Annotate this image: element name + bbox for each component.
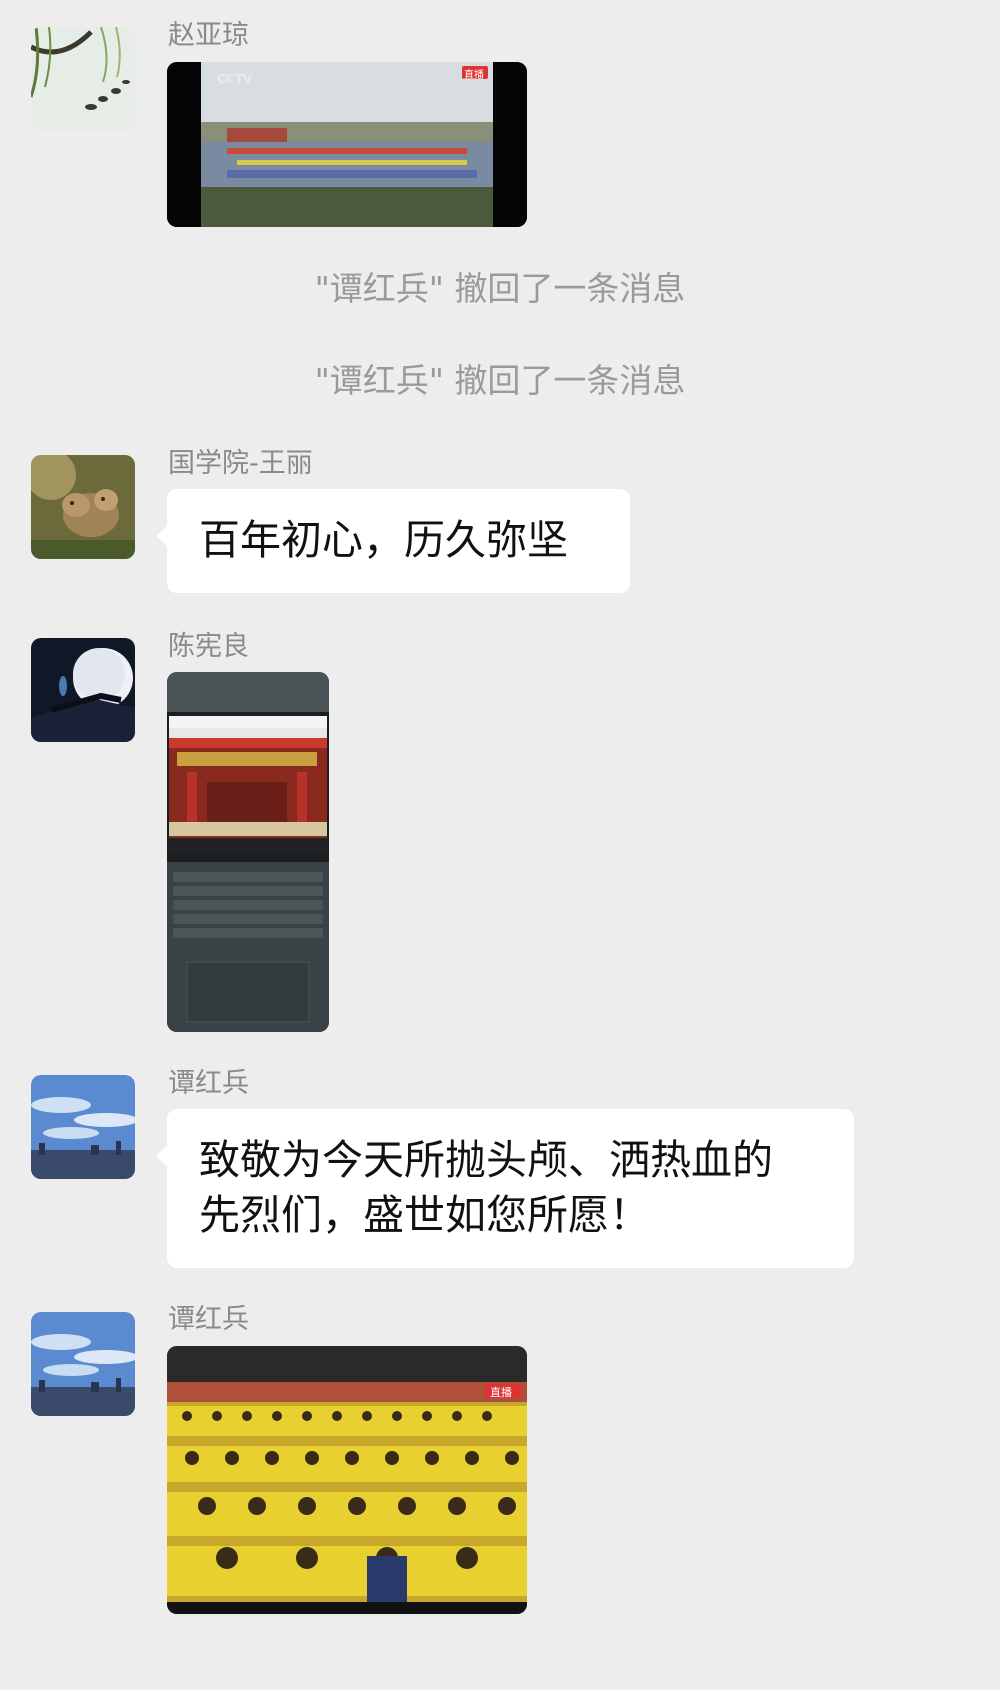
recall-notice: "谭红兵" 撤回了一条消息 — [314, 269, 686, 308]
avatar-zhao-yaqiong[interactable] — [31, 27, 135, 131]
cctv-logo: CCTV — [217, 72, 253, 86]
image-message[interactable]: 直播 — [167, 1346, 527, 1614]
avatar-lion-cubs-image — [31, 455, 135, 559]
avatar-tan-hongbing[interactable] — [31, 1075, 135, 1179]
text-message-bubble[interactable]: 百年初心，历久弥坚 — [156, 489, 630, 593]
avatar-chen-xianliang[interactable] — [31, 638, 135, 742]
avatar-tan-hongbing[interactable] — [31, 1312, 135, 1416]
tv-crowd-photo — [167, 1346, 527, 1614]
avatar-wang-li[interactable] — [31, 455, 135, 559]
image-message[interactable] — [167, 672, 329, 1032]
sender-name: 谭红兵 — [168, 1068, 249, 1099]
message-text: 百年初心，历久弥坚 — [199, 516, 568, 564]
laptop-photo — [167, 672, 329, 1032]
live-badge: 直播 — [490, 1386, 512, 1399]
video-thumbnail — [167, 62, 527, 227]
message-text-line: 致敬为今天所抛头颅、洒热血的 — [199, 1136, 773, 1184]
sender-name: 谭红兵 — [168, 1304, 249, 1335]
video-message[interactable]: CCTV 直播 — [167, 62, 527, 227]
sender-name: 陈宪良 — [168, 631, 249, 662]
message-text-line: 先烈们，盛世如您所愿！ — [199, 1191, 650, 1239]
avatar-willow-image — [31, 27, 135, 131]
avatar-sky-city-image — [31, 1312, 135, 1416]
live-badge: 直播 — [464, 70, 484, 81]
sender-name: 赵亚琼 — [168, 20, 249, 51]
avatar-sky-city-image — [31, 1075, 135, 1179]
recall-notice: "谭红兵" 撤回了一条消息 — [314, 361, 686, 400]
avatar-moon-image — [31, 638, 135, 742]
sender-name: 国学院-王丽 — [168, 448, 313, 479]
text-message-bubble[interactable]: 致敬为今天所抛头颅、洒热血的 先烈们，盛世如您所愿！ — [156, 1109, 854, 1268]
